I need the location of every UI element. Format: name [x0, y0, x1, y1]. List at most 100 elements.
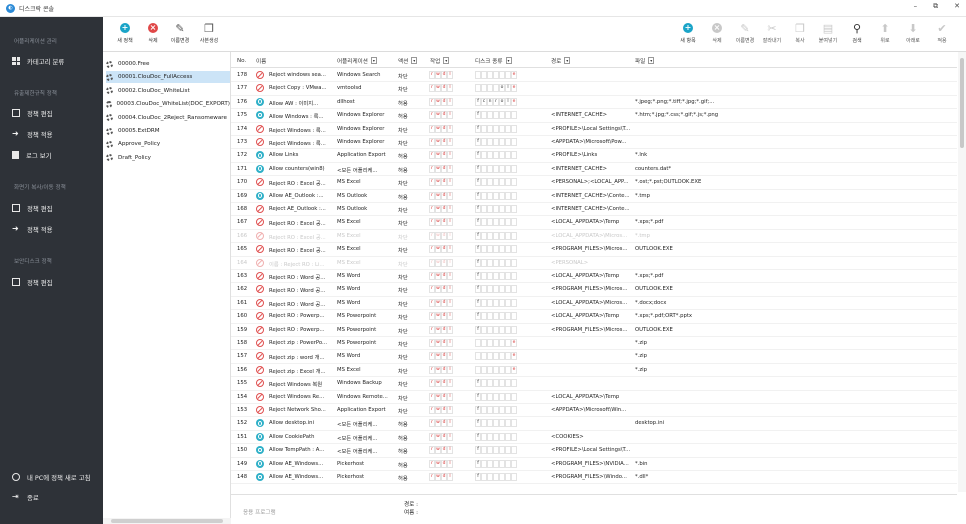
chevron-down-icon[interactable]: ▾ — [564, 57, 571, 64]
row-no: 168 — [237, 206, 248, 212]
sidebar-section-leak: 유출제한규칙 정책 — [14, 91, 57, 97]
op-flag: l — [447, 71, 453, 79]
table-row[interactable]: 148 Allow AE_Windows... Pickerhost 허용 r w d l f <… — [231, 471, 957, 485]
table-row[interactable]: 153 Reject Network Sho... Application Expo… — [231, 404, 957, 418]
sidebar-item-policy-edit-3-label: 정책 편집 — [27, 278, 53, 287]
table-row[interactable]: 155 Reject Windows 복원 Windows Backup 차단 r w d l… — [231, 377, 957, 391]
check-item-button[interactable]: ✔ 적용 — [929, 21, 955, 45]
table-row[interactable]: 163 Reject RO : Word 공... MS Word 차단 r w d l f <L… — [231, 270, 957, 284]
table-row[interactable]: 150 Allow TempPath : A... <모든 어플리케... 허용 r w d… — [231, 444, 957, 458]
table-row[interactable]: 160 Reject RO : Powerp... MS Powerpoint 차단 r… — [231, 310, 957, 324]
edit-item-button[interactable]: ✎ 이름변경 — [732, 21, 758, 45]
row-no: 163 — [237, 273, 248, 279]
policy-item[interactable]: 00000.Free — [106, 58, 230, 70]
column-name[interactable]: 이름 — [256, 57, 266, 65]
table-row[interactable]: 171 Allow counters(win8) <모든 어플리케... 허용 r w d l… — [231, 163, 957, 177]
edit-policy-button[interactable]: ✎ 이름변경 — [167, 21, 193, 45]
sidebar-item-policy-apply-1[interactable]: ➜ 정책 적용 — [12, 127, 98, 141]
sidebar-item-category[interactable]: 카테고리 분류 — [12, 54, 98, 68]
table-row[interactable]: 167 Reject RO : Excel 공... MS Excel 차단 r w d l f… — [231, 216, 957, 230]
chevron-down-icon[interactable]: ▾ — [370, 57, 377, 64]
sidebar-item-policy-edit-1[interactable]: 정책 편집 — [12, 106, 98, 120]
toolbar-label: 이름변경 — [170, 38, 190, 44]
sidebar-refresh-button[interactable]: 내 PC에 정책 새로 고침 — [12, 470, 98, 484]
table-row[interactable]: 168 Reject AE_Outlook :... MS Outlook 차단 r w d… — [231, 203, 957, 217]
table-row[interactable]: 170 Reject RO : Excel 공... MS Excel 차단 r w d l f… — [231, 176, 957, 190]
row-no: 177 — [237, 85, 248, 92]
sidebar-item-policy-edit-3[interactable]: 정책 편집 — [12, 275, 98, 289]
table-row[interactable]: 173 Reject Windows : 록... Windows Explorer… — [231, 136, 957, 150]
column-disk[interactable]: 디스크 종류 ▾ — [475, 57, 512, 65]
sidebar-exit-button[interactable]: ⇥ 종료 — [12, 490, 98, 504]
row-name: Allow Windows : 록... — [269, 114, 324, 121]
row-path: <INTERNET_CACHE> — [551, 165, 608, 172]
row-disk-flags: f — [475, 124, 517, 133]
sidebar-item-policy-apply-2[interactable]: ➜ 정책 적용 — [12, 222, 98, 236]
table-row[interactable]: 177 Reject Copy : VMwa... vmtoolsd 차단 r w d l o l… — [231, 82, 957, 96]
column-no[interactable]: No. — [237, 58, 246, 64]
policy-item[interactable]: 00003.ClouDoc_WhiteList(DOC_EXPORT) — [106, 98, 230, 110]
table-row[interactable]: 164 이름 : Reject RO : Li... MS Excel 차단 r w d l f… — [231, 257, 957, 270]
minimize-button[interactable]: – — [914, 2, 918, 11]
table-row[interactable]: 158 Reject zip : PowerPo... MS Powerpoint 차… — [231, 337, 957, 351]
copy-item-button[interactable]: ❐ 복사 — [787, 21, 813, 45]
scissors-item-button[interactable]: ✂ 잘라내기 — [759, 21, 785, 45]
restore-button[interactable]: ⧉ — [933, 2, 938, 11]
table-row[interactable]: 159 Reject RO : Powerp... MS Powerpoint 차단 r… — [231, 324, 957, 337]
chevron-down-icon[interactable]: ▾ — [443, 57, 450, 64]
column-action[interactable]: 액션 ▾ — [398, 57, 418, 65]
scroll-thumb[interactable] — [960, 58, 964, 148]
table-row[interactable]: 166 Reject RO : Excel 공... MS Excel 차단 r w d l f… — [231, 230, 957, 244]
scroll-thumb[interactable] — [111, 519, 223, 523]
op-flag: l — [447, 272, 453, 280]
column-file[interactable]: 파일 ▾ — [635, 57, 655, 65]
row-app: Pickerhost — [337, 460, 365, 467]
column-path[interactable]: 경로 ▾ — [551, 57, 571, 65]
row-no: 171 — [237, 165, 248, 172]
delete-policy-button[interactable]: × 삭제 — [140, 21, 166, 44]
column-app[interactable]: 어플리케이션 ▾ — [337, 57, 377, 65]
policy-item[interactable]: Approve_Policy — [106, 138, 230, 150]
close-button[interactable]: ✕ — [954, 2, 960, 11]
table-row[interactable]: 149 Allow AE_Windows... Pickerhost 허용 r w d l f <… — [231, 458, 957, 471]
table-row[interactable]: 174 Reject Windows : 록... Windows Explorer… — [231, 123, 957, 136]
policy-item[interactable]: 00004.ClouDoc_2Reject_Ransomeware — [106, 112, 230, 124]
arrow-up-item-button[interactable]: ⬆ 위로 — [872, 21, 898, 45]
table-row[interactable]: 169 Allow AE_Outlook :... MS Outlook 허용 r w d l… — [231, 190, 957, 203]
table-row[interactable]: 154 Reject Windows Re... Windows Remote...… — [231, 391, 957, 404]
search-item-button[interactable]: ⚲ 검색 — [844, 21, 870, 45]
table-row[interactable]: 157 Reject zip : word 개... MS Word 차단 r w d l e *… — [231, 350, 957, 364]
delete-item-button[interactable]: × 삭제 — [704, 21, 730, 44]
table-row[interactable]: 151 Allow CookiePath <모든 어플리케... 허용 r w d l f <CO… — [231, 431, 957, 445]
sidebar-item-policy-edit-2[interactable]: 정책 편집 — [12, 201, 98, 215]
chevron-down-icon[interactable]: ▾ — [505, 57, 512, 64]
gear-icon — [106, 100, 112, 108]
table-row[interactable]: 165 Reject RO : Excel 공... MS Excel 차단 r w d l f… — [231, 243, 957, 257]
table-row[interactable]: 178 Reject windows sea... Windows Search 차단… — [231, 69, 957, 83]
disk-flag: e — [511, 352, 517, 361]
chevron-down-icon[interactable]: ▾ — [648, 57, 655, 64]
add-item-button[interactable]: + 새 항목 — [675, 21, 701, 44]
chevron-down-icon[interactable]: ▾ — [411, 57, 418, 64]
policy-item[interactable]: 00001.ClouDoc_FullAccess — [106, 71, 230, 84]
policy-item[interactable]: Draft_Policy — [106, 152, 230, 164]
sidebar-item-log[interactable]: 로그 보기 — [12, 148, 98, 162]
arrow-down-item-button[interactable]: ⬇ 아래로 — [900, 21, 926, 45]
table-row[interactable]: 175 Allow Windows : 록... Windows Explorer 허… — [231, 109, 957, 123]
add-policy-button[interactable]: + 새 정책 — [112, 21, 138, 44]
copy-policy-button[interactable]: ❐ 사본생성 — [196, 21, 222, 45]
table-row[interactable]: 172 Allow Links Application Export 허용 r w d l f <… — [231, 149, 957, 163]
column-op[interactable]: 작업 ▾ — [430, 57, 450, 65]
allow-icon — [256, 151, 264, 160]
table-row[interactable]: 161 Reject RO : Word 공... MS Word 차단 r w d l f <L… — [231, 297, 957, 311]
table-row[interactable]: 162 Reject RO : Word 공... MS Word 차단 r w d l f <P… — [231, 283, 957, 297]
horizontal-scrollbar[interactable] — [103, 518, 231, 524]
policy-item[interactable]: 00002.ClouDoc_WhiteList — [106, 85, 230, 97]
table-row[interactable]: 176 Allow AW : 이미지... dllhost 허용 r w d l f c n r o l e… — [231, 96, 957, 110]
table-row[interactable]: 156 Reject zip : Excel 개... MS Excel 차단 r w d l… — [231, 364, 957, 378]
paste-item-button[interactable]: ▤ 붙여넣기 — [815, 21, 841, 45]
policy-item[interactable]: 00005.ExtDRM — [106, 125, 230, 137]
vertical-scrollbar[interactable] — [958, 52, 966, 492]
table-row[interactable]: 152 Allow desktop.ini <모든 어플리케... 허용 r w d l f de… — [231, 417, 957, 431]
op-flag: l — [447, 285, 453, 294]
